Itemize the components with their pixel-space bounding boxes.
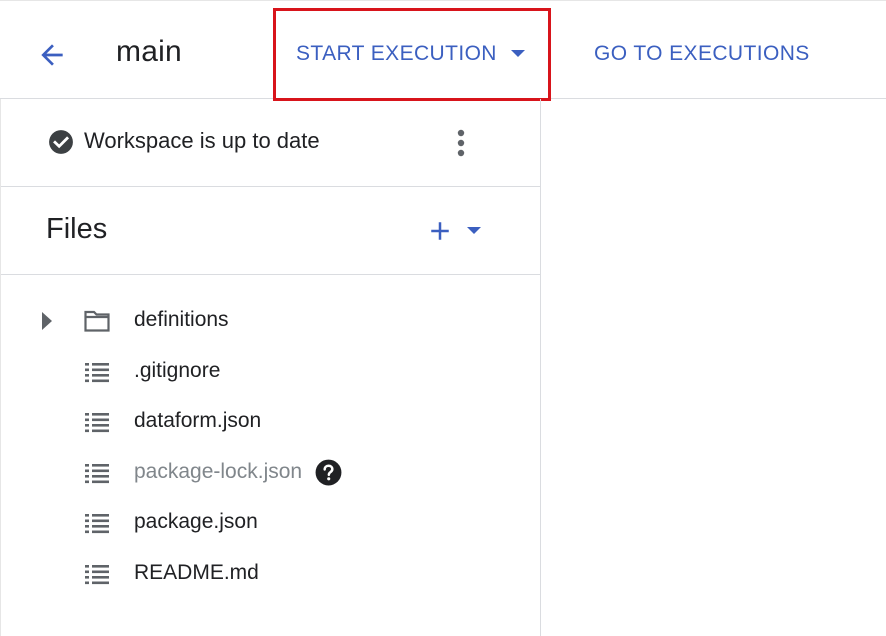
more-options-button[interactable] <box>447 123 475 163</box>
more-vert-icon <box>457 129 465 157</box>
help-icon[interactable] <box>315 459 342 486</box>
file-tree-item-definitions[interactable]: definitions <box>1 296 541 347</box>
file-tree-item-readme-md[interactable]: README.md <box>1 549 541 600</box>
check-circle-icon <box>49 130 73 154</box>
workspace-title: main <box>116 35 182 68</box>
back-button[interactable] <box>28 31 76 79</box>
go-to-executions-button[interactable]: GO TO EXECUTIONS <box>594 39 810 69</box>
files-title: Files <box>46 213 108 245</box>
folder-icon <box>84 310 110 332</box>
file-tree-item-gitignore[interactable]: .gitignore <box>1 347 541 398</box>
start-execution-label: START EXECUTION <box>296 42 497 65</box>
files-header: Files <box>1 187 541 275</box>
expand-arrow-icon[interactable] <box>39 310 55 332</box>
arrow-back-icon <box>41 44 63 66</box>
file-tree-item-package-json[interactable]: package.json <box>1 498 541 549</box>
file-name: dataform.json <box>134 409 262 432</box>
file-name: definitions <box>134 308 229 331</box>
file-name: package.json <box>134 510 258 533</box>
add-file-button[interactable] <box>425 213 481 249</box>
file-name: README.md <box>134 560 259 584</box>
file-list-icon <box>85 514 109 534</box>
file-name: .gitignore <box>134 358 221 382</box>
file-list-icon <box>85 564 109 584</box>
file-tree-item-dataform-json[interactable]: dataform.json <box>1 397 541 448</box>
dataform-workspace-page: main START EXECUTION GO TO EXECUTIONS Wo… <box>0 0 886 636</box>
files-panel: Workspace is up to date Files definition… <box>0 99 541 636</box>
workspace-status-text: Workspace is up to date <box>84 128 320 153</box>
top-toolbar: main START EXECUTION GO TO EXECUTIONS <box>0 0 886 101</box>
start-execution-button[interactable]: START EXECUTION <box>296 39 525 69</box>
dropdown-caret-icon <box>510 50 525 58</box>
file-name: package-lock.json <box>134 459 303 483</box>
file-list-icon <box>85 463 109 483</box>
workspace-status-row: Workspace is up to date <box>1 99 541 187</box>
file-list-icon <box>85 413 109 433</box>
editor-area <box>541 99 886 636</box>
file-tree: definitions .gitignore dataform.json pac… <box>1 296 541 599</box>
go-to-executions-label: GO TO EXECUTIONS <box>594 42 810 65</box>
file-tree-item-package-lock-json[interactable]: package-lock.json <box>1 448 541 499</box>
file-list-icon <box>85 362 109 382</box>
dropdown-caret-icon <box>467 227 481 234</box>
add-icon <box>431 222 449 240</box>
